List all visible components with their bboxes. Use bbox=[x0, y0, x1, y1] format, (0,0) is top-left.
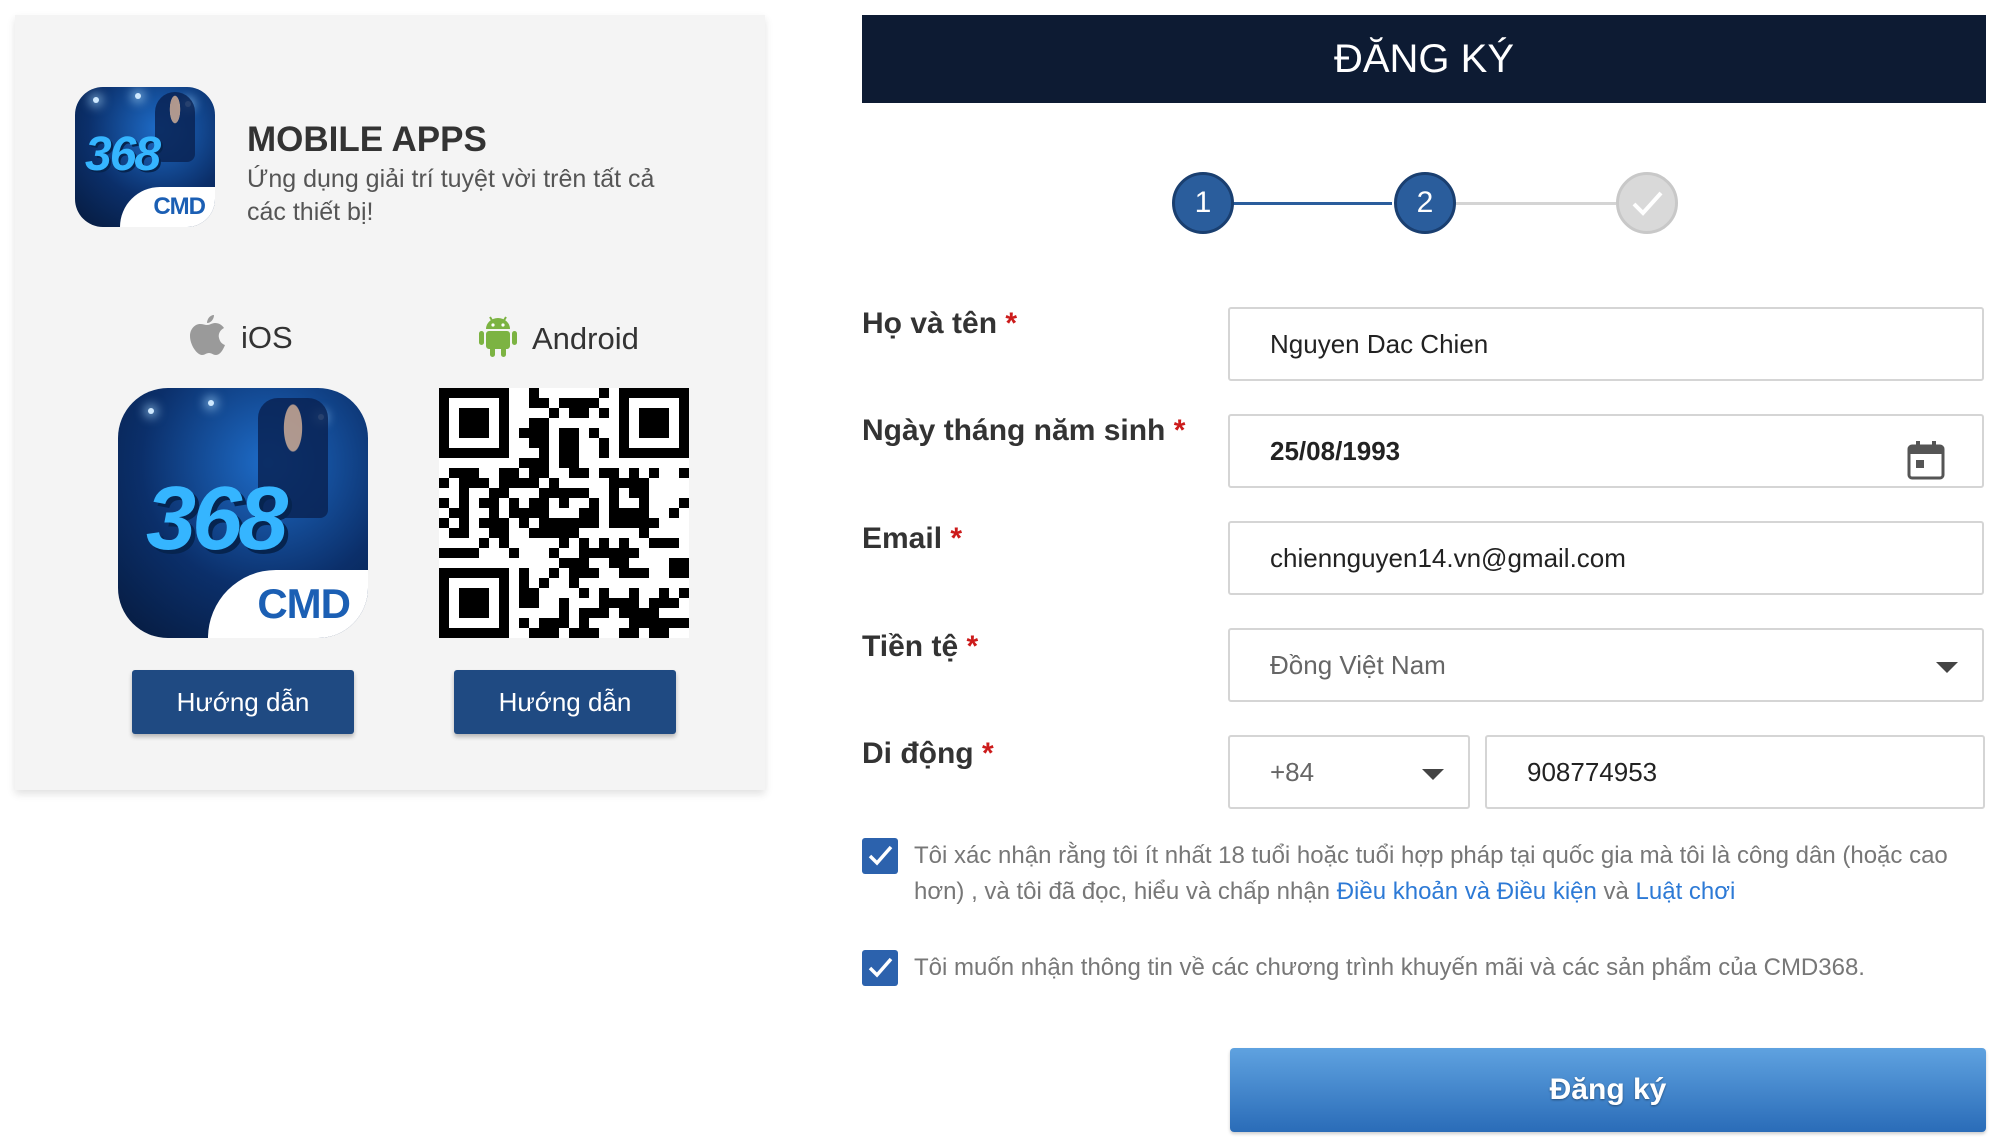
email-label: Email * bbox=[862, 522, 963, 555]
promo-consent-checkbox[interactable] bbox=[862, 950, 898, 986]
apps-title: MOBILE APPS bbox=[247, 120, 487, 159]
logo-number: 368 bbox=[85, 128, 161, 181]
fullname-input[interactable]: Nguyen Dac Chien bbox=[1228, 307, 1984, 381]
required-mark: * bbox=[966, 630, 979, 663]
register-submit-button[interactable]: Đăng ký bbox=[1230, 1048, 1986, 1132]
step-complete bbox=[1616, 172, 1678, 234]
check-icon bbox=[868, 845, 893, 866]
ios-guide-button[interactable]: Hướng dẫn bbox=[132, 670, 354, 734]
rules-link[interactable]: Luật chơi bbox=[1636, 878, 1736, 905]
fullname-label: Họ và tên * bbox=[862, 307, 1018, 340]
required-mark: * bbox=[1173, 414, 1186, 447]
android-label: Android bbox=[532, 321, 639, 356]
platform-ios: iOS bbox=[187, 311, 293, 365]
birthdate-label: Ngày tháng năm sinh * bbox=[862, 414, 1186, 447]
mobile-label: Di động * bbox=[862, 737, 994, 770]
logo-brand: CMD bbox=[153, 193, 206, 220]
age-consent-text: Tôi xác nhận rằng tôi ít nhất 18 tuổi ho… bbox=[914, 842, 1948, 905]
apps-subtitle: Ứng dụng giải trí tuyệt vời trên tất cả … bbox=[247, 165, 655, 226]
register-header: ĐĂNG KÝ bbox=[862, 15, 1986, 103]
birthdate-input[interactable]: 25/08/1993 bbox=[1228, 414, 1984, 488]
required-mark: * bbox=[1005, 307, 1018, 340]
logo-number: 368 bbox=[146, 469, 288, 569]
qr-code bbox=[439, 388, 689, 638]
step-connector bbox=[1230, 202, 1392, 205]
android-guide-button[interactable]: Hướng dẫn bbox=[454, 670, 676, 734]
platform-android: Android bbox=[478, 311, 639, 367]
app-logo: 368 CMD bbox=[75, 87, 215, 227]
step-1: 1 bbox=[1172, 172, 1234, 234]
email-input[interactable]: chiennguyen14.vn@gmail.com bbox=[1228, 521, 1984, 595]
check-icon bbox=[1632, 191, 1663, 216]
calendar-icon[interactable] bbox=[1906, 436, 1946, 506]
currency-select[interactable]: Đồng Việt Nam bbox=[1228, 628, 1984, 702]
step-connector bbox=[1454, 202, 1616, 205]
terms-link[interactable]: Điều khoản và Điều kiện bbox=[1337, 878, 1597, 905]
chevron-down-icon bbox=[1936, 662, 1958, 673]
ios-label: iOS bbox=[241, 320, 293, 355]
required-mark: * bbox=[981, 737, 994, 770]
country-code-select[interactable]: +84 bbox=[1228, 735, 1470, 809]
logo-brand: CMD bbox=[257, 580, 351, 627]
required-mark: * bbox=[950, 522, 963, 555]
ios-app-image[interactable]: 368 CMD bbox=[118, 388, 368, 638]
phone-input[interactable]: 908774953 bbox=[1485, 735, 1985, 809]
step-2: 2 bbox=[1394, 172, 1456, 234]
chevron-down-icon bbox=[1422, 769, 1444, 780]
apple-icon bbox=[187, 311, 227, 365]
currency-label: Tiền tệ * bbox=[862, 630, 979, 663]
promo-consent-text: Tôi muốn nhận thông tin về các chương tr… bbox=[914, 954, 1865, 981]
age-consent-checkbox[interactable] bbox=[862, 838, 898, 874]
android-icon bbox=[478, 311, 518, 367]
mobile-apps-panel: 368 CMD MOBILE APPS Ứng dụng giải trí tu… bbox=[15, 15, 765, 790]
registration-stepper: 1 2 bbox=[1170, 172, 1678, 234]
check-icon bbox=[868, 957, 893, 978]
